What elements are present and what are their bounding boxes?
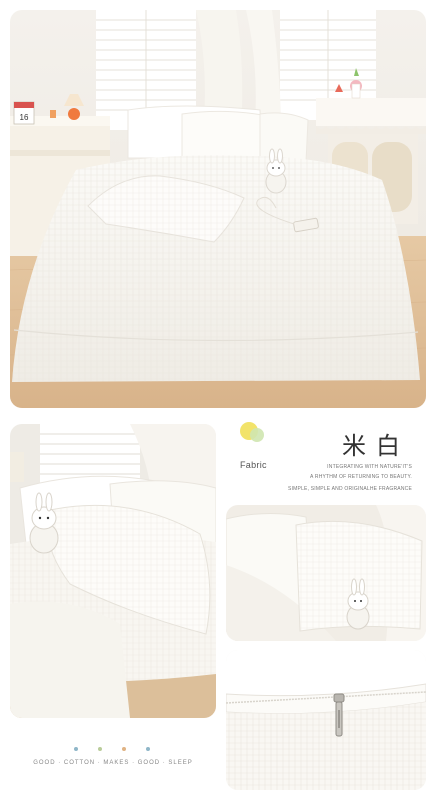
- zipper-detail-illustration: [226, 650, 426, 790]
- fabric-label: Fabric: [240, 460, 267, 470]
- swatch-dot-green: [250, 428, 264, 442]
- footer-dot-3: [122, 747, 126, 751]
- footer-dots: [74, 747, 150, 751]
- tagline-line-1: INTEGRATING WITH NATURE'IT'S: [327, 464, 412, 470]
- tagline-line-3: SIMPLE, SIMPLE AND ORIGINALHE FRAGRANCE: [288, 486, 412, 492]
- hero-bedroom-illustration: 16: [10, 10, 426, 408]
- fabric-info-panel: Fabric 米白 INTEGRATING WITH NATURE'IT'S A…: [226, 418, 426, 500]
- pillow-closeup-illustration: [226, 505, 426, 641]
- zipper-detail-photo: [226, 650, 426, 790]
- footer-dot-4: [146, 747, 150, 751]
- tagline-line-2: A RHYTHM OF RETURNING TO BEAUTY.: [310, 474, 412, 480]
- footer-dot-2: [98, 747, 102, 751]
- hero-bedroom-photo: 16: [10, 10, 426, 408]
- zipper-pull-icon: [333, 693, 345, 737]
- bed-corner-illustration: [10, 424, 216, 718]
- bed-corner-photo: [10, 424, 216, 718]
- color-name-title: 米白: [342, 432, 410, 460]
- footer-dot-1: [74, 747, 78, 751]
- footer-slogan-block: GOOD · COTTON · MAKES · GOOD · SLEEP: [10, 740, 216, 780]
- calendar-date: 16: [20, 113, 29, 122]
- footer-slogan: GOOD · COTTON · MAKES · GOOD · SLEEP: [33, 760, 193, 766]
- pillow-closeup-photo: [226, 505, 426, 641]
- fabric-swatch-icon: [240, 422, 270, 446]
